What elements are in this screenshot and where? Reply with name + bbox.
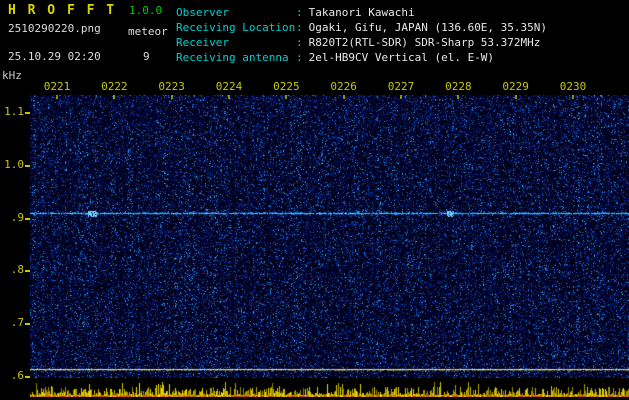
x-axis-tick [342, 95, 345, 99]
y-axis-tick [25, 217, 30, 220]
x-axis-label: 0225 [273, 80, 300, 93]
x-axis-tick [457, 95, 460, 99]
y-axis-label: .6 [10, 369, 24, 382]
info-label: Observer [176, 6, 229, 19]
y-axis-tick [25, 270, 30, 273]
timestamp: 25.10.29 02:20 [8, 50, 101, 63]
info-value: 2el-HB9CV Vertical (el. E-W) [308, 51, 495, 64]
info-row: Observer: Takanori Kawachi [176, 5, 547, 20]
mode-label: meteor [128, 25, 168, 38]
x-axis-label: 0226 [330, 80, 357, 93]
y-axis-label: .9 [10, 210, 24, 224]
y-axis-label: .7 [10, 316, 24, 330]
info-row: Receiving Location: Ogaki, Gifu, JAPAN (1… [176, 20, 547, 35]
info-value: R820T2(RTL-SDR) SDR-Sharp 53.372MHz [308, 36, 541, 49]
info-value: Ogaki, Gifu, JAPAN (136.60E, 35.35N) [308, 21, 548, 34]
info-row: Receiver: R820T2(RTL-SDR) SDR-Sharp 53.37… [176, 35, 547, 50]
x-axis-label: 0224 [215, 80, 243, 93]
x-axis-tick [170, 95, 173, 99]
info-value: Takanori Kawachi [308, 6, 415, 19]
header-info: Observer: Takanori Kawachi Receiving Locat… [176, 5, 547, 65]
x-axis-tick [514, 95, 517, 99]
x-axis-tick [399, 95, 402, 99]
info-label: Receiving antenna [176, 51, 289, 64]
y-axis-tick [25, 112, 30, 114]
info-label: Receiver [176, 36, 229, 49]
y-axis-label: 1.0 [4, 157, 24, 171]
x-axis-label: 0228 [445, 80, 472, 93]
x-axis-tick [113, 95, 116, 99]
info-colon: : [296, 6, 303, 19]
x-axis-tick [571, 95, 574, 99]
x-axis-label: 0229 [502, 80, 529, 93]
app-title: H R O F F T [8, 3, 117, 18]
y-axis-label: .8 [10, 263, 24, 277]
info-colon: : [296, 51, 303, 64]
spectrogram-canvas [30, 95, 629, 378]
info-row: Receiving antenna:2el-HB9CV Vertical (el… [176, 50, 547, 65]
meteor-count: 9 [143, 50, 150, 63]
info-colon: : [296, 36, 303, 49]
output-filename: 2510290220.png [8, 22, 101, 35]
y-axis-label: 1.1 [4, 105, 24, 118]
y-axis-unit: kHz [2, 69, 22, 82]
y-axis-tick [25, 323, 30, 326]
info-label: Receiving Location [176, 21, 296, 34]
x-axis-tick [56, 95, 58, 99]
x-axis-label: 0227 [387, 80, 415, 93]
app-version: 1.0.0 [129, 4, 163, 17]
y-axis-tick [25, 164, 30, 167]
x-axis-tick [285, 95, 288, 99]
x-axis-label: 0221 [43, 80, 71, 93]
x-axis-label: 0222 [101, 80, 128, 93]
hrofft-output: H R O F F T 1.0.0 2510290220.png meteor … [0, 0, 629, 400]
info-colon: : [296, 21, 303, 34]
signal-level-canvas [30, 381, 629, 397]
x-axis-tick [227, 95, 230, 99]
x-axis-label: 0223 [158, 80, 185, 93]
y-axis-tick [25, 376, 30, 378]
x-axis-label: 0230 [559, 80, 587, 93]
